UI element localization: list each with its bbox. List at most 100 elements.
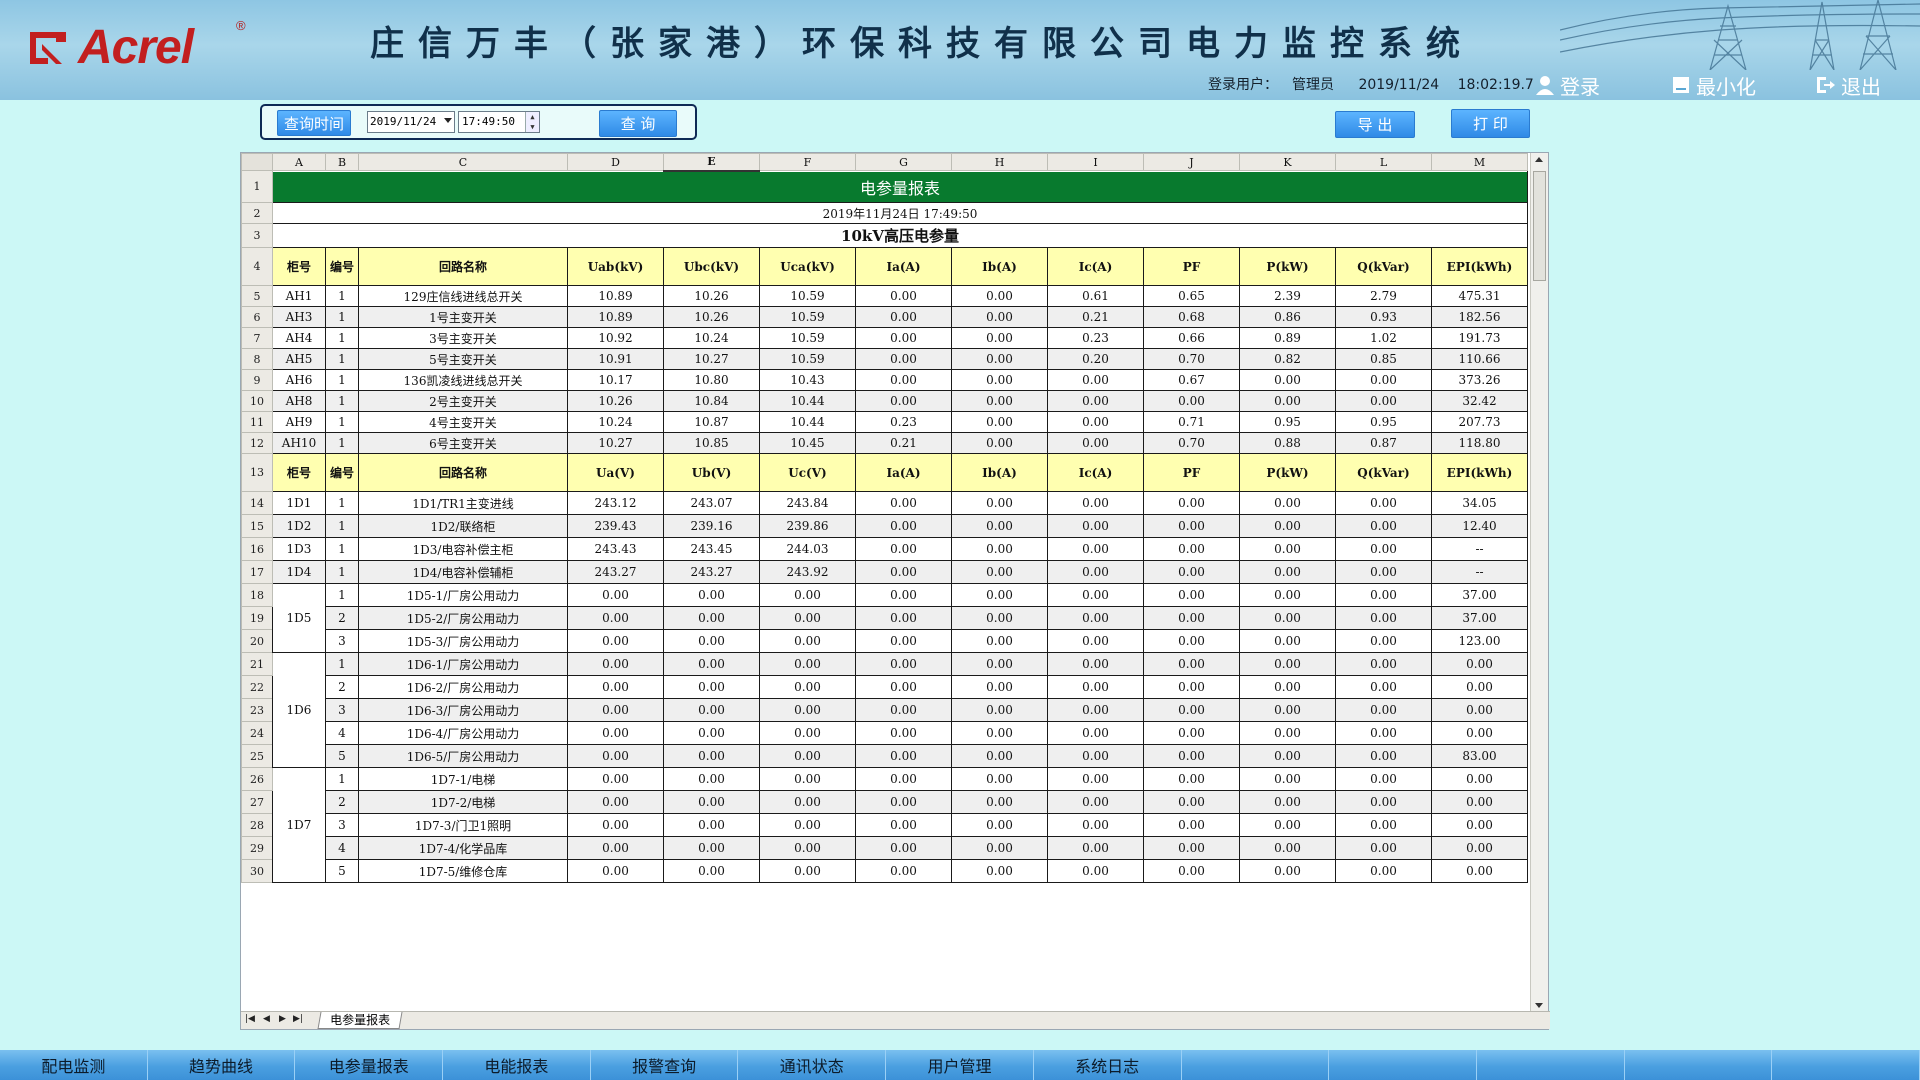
row-number[interactable]: 16 bbox=[241, 537, 273, 561]
row-number[interactable]: 6 bbox=[241, 306, 273, 328]
registered-mark: ® bbox=[236, 18, 246, 33]
nav-item[interactable]: 电能报表 bbox=[443, 1050, 591, 1080]
row-number[interactable]: 25 bbox=[241, 744, 273, 768]
value-cell: 37.00 bbox=[1431, 583, 1528, 607]
row-number[interactable]: 29 bbox=[241, 836, 273, 860]
value-cell: 0.00 bbox=[855, 790, 952, 814]
row-number[interactable]: 13 bbox=[241, 453, 273, 492]
spinner-control[interactable]: ▲ ▼ bbox=[525, 112, 539, 132]
value-cell: 10.24 bbox=[567, 411, 664, 433]
table-header-row: 4 柜号 编号 回路名称 Uab(kV) Ubc(kV) Uca(kV) Ia(A) Ib(A)… bbox=[241, 247, 1528, 286]
nav-item[interactable]: 配电监测 bbox=[0, 1050, 148, 1080]
nav-item[interactable] bbox=[1477, 1050, 1625, 1080]
search-button[interactable]: 查 询 bbox=[599, 110, 677, 137]
column-header[interactable]: E bbox=[663, 153, 760, 172]
value-cell: 0.70 bbox=[1143, 432, 1240, 454]
row-number[interactable]: 9 bbox=[241, 369, 273, 391]
row-number[interactable]: 4 bbox=[241, 247, 273, 286]
cabinet-cell: 1D6 bbox=[272, 652, 326, 768]
row-number[interactable]: 2 bbox=[241, 202, 273, 224]
row-number[interactable]: 18 bbox=[241, 583, 273, 607]
row-number[interactable]: 14 bbox=[241, 491, 273, 515]
nav-item[interactable]: 通讯状态 bbox=[738, 1050, 887, 1080]
table-row: 23 3 1D6-3/厂房公用动力 0.00 0.00 0.00 0.00 0.00 0.00 0… bbox=[241, 698, 1528, 722]
row-number[interactable]: 20 bbox=[241, 629, 273, 653]
system-title: 庄信万丰（张家港）环保科技有限公司电力监控系统 bbox=[370, 24, 1474, 64]
row-number[interactable]: 30 bbox=[241, 859, 273, 883]
row-number[interactable]: 21 bbox=[241, 652, 273, 676]
value-cell: 10.27 bbox=[567, 432, 664, 454]
nav-item[interactable]: 报警查询 bbox=[591, 1050, 739, 1080]
row-number[interactable]: 23 bbox=[241, 698, 273, 722]
login-button[interactable]: 登录 bbox=[1536, 72, 1600, 99]
column-header[interactable]: J bbox=[1143, 153, 1240, 171]
nav-item[interactable]: 趋势曲线 bbox=[148, 1050, 296, 1080]
dropdown-caret-icon[interactable] bbox=[444, 118, 452, 123]
time-spinner-field[interactable]: 17:49:50 ▲ ▼ bbox=[458, 111, 540, 133]
select-all-corner[interactable] bbox=[241, 153, 273, 171]
spinner-up-icon[interactable]: ▲ bbox=[526, 112, 539, 122]
number-cell: 5 bbox=[325, 744, 359, 768]
number-cell: 4 bbox=[325, 721, 359, 745]
prev-sheet-icon[interactable]: ◀ bbox=[263, 1014, 270, 1024]
date-picker[interactable]: 2019/11/24 bbox=[367, 111, 455, 133]
row-number[interactable]: 27 bbox=[241, 790, 273, 814]
column-header[interactable]: M bbox=[1431, 153, 1528, 171]
row-number[interactable]: 22 bbox=[241, 675, 273, 699]
column-header[interactable]: I bbox=[1047, 153, 1144, 171]
column-header[interactable]: K bbox=[1239, 153, 1336, 171]
nav-item[interactable]: 系统日志 bbox=[1034, 1050, 1182, 1080]
row-number[interactable]: 1 bbox=[241, 170, 273, 203]
row-number[interactable]: 26 bbox=[241, 767, 273, 791]
query-time-button[interactable]: 查询时间 bbox=[277, 110, 351, 136]
scroll-thumb[interactable] bbox=[1533, 171, 1546, 281]
print-button[interactable]: 打 印 bbox=[1451, 109, 1530, 138]
column-header[interactable]: A bbox=[272, 153, 326, 171]
row-number[interactable]: 15 bbox=[241, 514, 273, 538]
number-cell: 2 bbox=[325, 790, 359, 814]
sheet-tab[interactable]: 电参量报表 bbox=[317, 1012, 403, 1029]
row-number[interactable]: 7 bbox=[241, 327, 273, 349]
scroll-up-icon[interactable] bbox=[1535, 157, 1543, 162]
column-header[interactable]: H bbox=[951, 153, 1048, 171]
column-header[interactable]: F bbox=[759, 153, 856, 171]
minimize-button[interactable]: 最小化 bbox=[1672, 72, 1756, 99]
row-number[interactable]: 8 bbox=[241, 348, 273, 370]
value-cell: 10.44 bbox=[759, 390, 856, 412]
column-header[interactable]: G bbox=[855, 153, 952, 171]
value-cell: 0.00 bbox=[1239, 390, 1336, 412]
nav-item[interactable] bbox=[1625, 1050, 1773, 1080]
value-cell: 0.00 bbox=[951, 285, 1048, 307]
last-sheet-icon[interactable]: ▶| bbox=[293, 1014, 303, 1024]
nav-item[interactable]: 用户管理 bbox=[886, 1050, 1034, 1080]
row-number[interactable]: 5 bbox=[241, 285, 273, 307]
column-header[interactable]: L bbox=[1335, 153, 1432, 171]
first-sheet-icon[interactable]: |◀ bbox=[245, 1014, 255, 1024]
nav-item[interactable]: 电参量报表 bbox=[295, 1050, 444, 1080]
column-header[interactable]: B bbox=[325, 153, 359, 171]
next-sheet-icon[interactable]: ▶ bbox=[279, 1014, 286, 1024]
value-cell: 10.59 bbox=[759, 306, 856, 328]
row-number[interactable]: 17 bbox=[241, 560, 273, 584]
row-number[interactable]: 11 bbox=[241, 411, 273, 433]
value-cell: 0.00 bbox=[759, 744, 856, 768]
spinner-down-icon[interactable]: ▼ bbox=[526, 122, 539, 132]
nav-item[interactable] bbox=[1772, 1050, 1920, 1080]
row-number[interactable]: 19 bbox=[241, 606, 273, 630]
value-cell: 0.00 bbox=[951, 306, 1048, 328]
row-number[interactable]: 10 bbox=[241, 390, 273, 412]
date-value: 2019/11/24 bbox=[370, 115, 437, 128]
row-number[interactable]: 28 bbox=[241, 813, 273, 837]
sheet-grid[interactable]: A B C D E F G H I J K L M 1 电参量报表 2 2019年11月24日 17:49:50… bbox=[241, 153, 1531, 1012]
row-number[interactable]: 12 bbox=[241, 432, 273, 454]
vertical-scrollbar[interactable] bbox=[1530, 153, 1548, 1012]
nav-item[interactable] bbox=[1182, 1050, 1330, 1080]
column-header[interactable]: C bbox=[358, 153, 568, 171]
export-button[interactable]: 导 出 bbox=[1335, 111, 1415, 138]
nav-item[interactable] bbox=[1329, 1050, 1477, 1080]
column-header[interactable]: D bbox=[567, 153, 664, 171]
row-number[interactable]: 3 bbox=[241, 223, 273, 248]
logout-button[interactable]: 退出 bbox=[1815, 72, 1881, 99]
row-number[interactable]: 24 bbox=[241, 721, 273, 745]
scroll-down-icon[interactable] bbox=[1535, 1003, 1543, 1008]
